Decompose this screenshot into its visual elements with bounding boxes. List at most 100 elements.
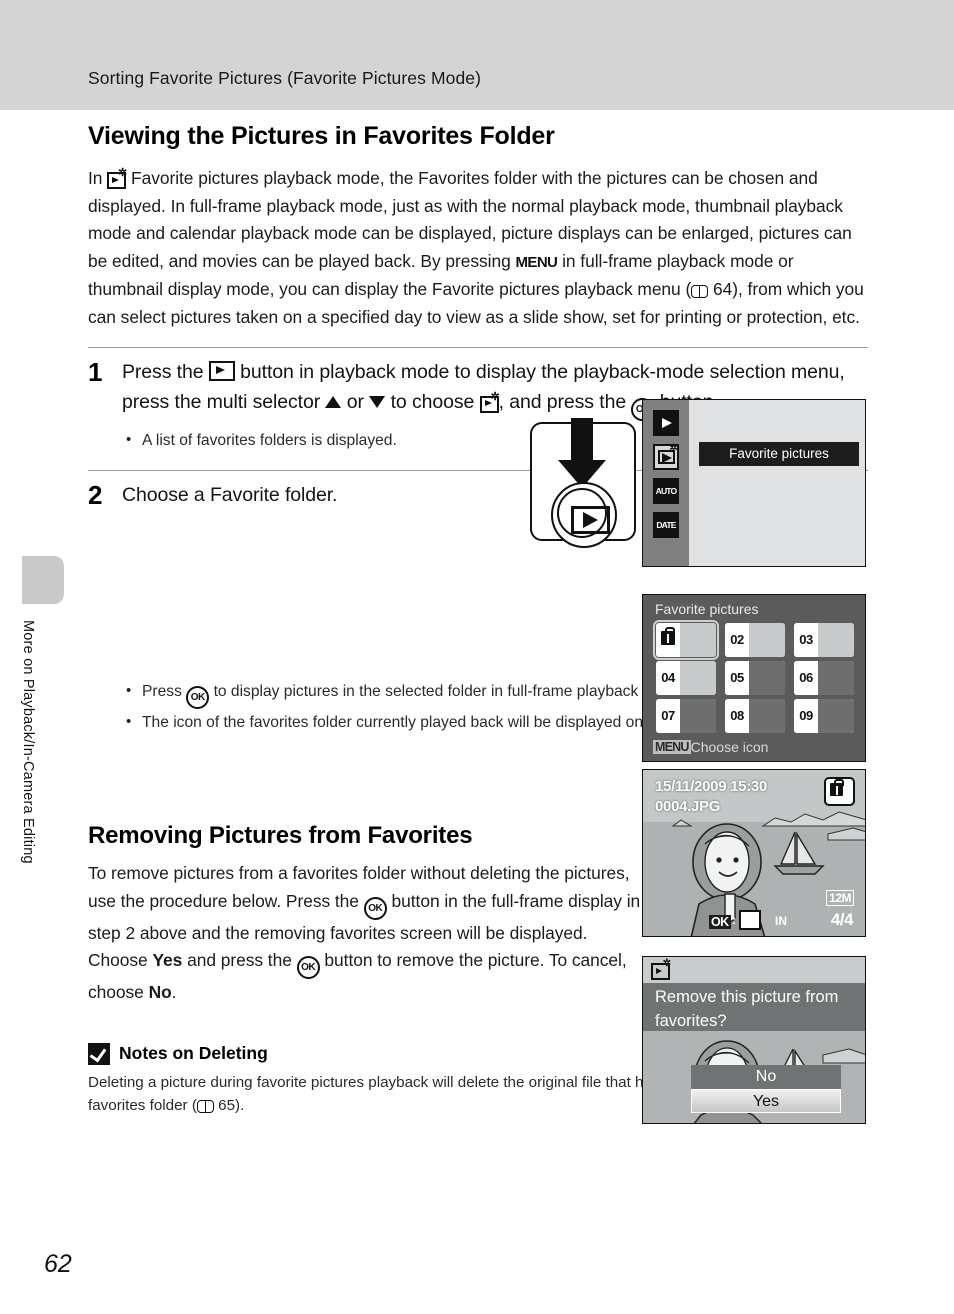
ok-hint-colon: : (732, 913, 736, 927)
folder-thumbnail-empty (818, 699, 854, 733)
removing-text-5: . (171, 982, 177, 1002)
favorite-pictures-icon: ✲ (651, 959, 671, 980)
lcd-remove-from-favorites-dialog: ✲ Remove this picture from favorites? No… (642, 956, 866, 1124)
folder-list-footer: MENU Choose icon (653, 739, 768, 755)
dialog-title-bar: ✲ (643, 957, 865, 983)
folder-icon-slot (656, 623, 680, 657)
auto-sort-mode-icon[interactable]: AUTO (653, 478, 679, 504)
removing-text-3: and press the (187, 950, 292, 970)
intro-page-reference: 64 (713, 279, 733, 299)
folder-thumbnail (680, 661, 716, 695)
favorite-pictures-icon: ✲ (479, 391, 500, 413)
step-1-text-c: or (346, 390, 364, 413)
folder-cell-07[interactable]: 07 (656, 699, 716, 733)
folder-cell-01[interactable] (653, 620, 719, 660)
internal-memory-label: IN (775, 914, 787, 928)
step-2-bullet-1a: Press (142, 683, 182, 700)
folder-cell-08[interactable]: 08 (725, 699, 785, 733)
caution-icon (88, 1042, 110, 1065)
step-1-text-d: to choose (390, 390, 475, 413)
image-size-label: 12M (826, 890, 854, 906)
list-by-date-label: DATE (656, 520, 676, 530)
playback-button-inner-ring (557, 488, 610, 538)
book-reference-icon (691, 284, 709, 298)
dialog-option-yes[interactable]: Yes (691, 1089, 841, 1113)
book-reference-icon (196, 1099, 214, 1113)
divider-above-step1 (88, 347, 868, 348)
photo-filename: 0004.JPG (655, 798, 721, 815)
folder-thumbnail-empty (749, 699, 785, 733)
lcd-favorite-folder-list: Favorite pictures 02 03 04 05 06 07 08 0… (642, 594, 866, 762)
photo-datetime: 15/11/2009 15:30 (655, 778, 767, 795)
dialog-question: Remove this picture from favorites? (643, 983, 865, 1031)
frame-total: 4 (844, 910, 853, 929)
folder-thumbnail (680, 623, 716, 657)
removing-bold-yes: Yes (152, 950, 183, 970)
intro-paragraph: In ✲ Favorite pictures playback mode, th… (88, 165, 868, 331)
folder-number: 04 (656, 661, 680, 695)
ok-button-icon: OK (186, 686, 210, 709)
lcd-full-frame-playback: 15/11/2009 15:30 0004.JPG OK : IN 12M 4/… (642, 769, 866, 937)
folder-thumbnail (818, 623, 854, 657)
mode-icon-rail: ✲ AUTO DATE (643, 400, 689, 566)
selected-mode-label: Favorite pictures (699, 442, 859, 466)
lcd-playback-mode-menu: ✲ AUTO DATE Favorite pictures (642, 399, 866, 567)
step-1-text-e: , and press the (498, 390, 627, 413)
favorite-pictures-mode-icon[interactable]: ✲ (653, 444, 679, 470)
folder-number: 02 (725, 623, 749, 657)
page-header-band (0, 0, 954, 110)
multi-selector-down-icon (369, 395, 386, 408)
folder-cell-03[interactable]: 03 (794, 623, 854, 657)
section-heading-viewing: Viewing the Pictures in Favorites Folder (88, 122, 555, 150)
step-2-number: 2 (88, 479, 103, 510)
favorite-pictures-icon (739, 910, 761, 930)
favorites-folder-badge-icon (824, 777, 855, 806)
folder-number: 03 (794, 623, 818, 657)
folder-number: 09 (794, 699, 818, 733)
ok-button-icon: OK (296, 956, 320, 979)
folder-thumbnail-empty (749, 661, 785, 695)
intro-text-part1: In (88, 168, 103, 188)
playback-button-illustration (530, 418, 636, 548)
playback-button-icon (208, 361, 235, 381)
multi-selector-up-icon (325, 395, 342, 408)
folder-thumbnail-empty (680, 699, 716, 733)
favorite-pictures-icon: ✲ (107, 168, 127, 189)
note-page-reference: 65 (218, 1096, 236, 1114)
folder-cell-05[interactable]: 05 (725, 661, 785, 695)
dialog-option-no[interactable]: No (691, 1065, 841, 1089)
shopping-bag-icon (830, 779, 844, 796)
press-arrow-icon (571, 418, 593, 462)
note-text-b: ). (235, 1096, 245, 1114)
removing-paragraph: To remove pictures from a favorites fold… (88, 860, 643, 1007)
step-2-bullet-1b: to display pictures in the selected fold… (213, 683, 686, 700)
playback-glyph-icon (571, 506, 610, 534)
folder-cell-06[interactable]: 06 (794, 661, 854, 695)
shopping-bag-icon (661, 627, 675, 645)
chapter-tab-marker (22, 556, 64, 604)
folder-list-title: Favorite pictures (655, 601, 759, 617)
playback-button-circle (551, 482, 617, 548)
removing-bold-no: No (148, 982, 172, 1002)
list-by-date-mode-icon[interactable]: DATE (653, 512, 679, 538)
menu-button-icon: MENU (515, 253, 558, 271)
choose-icon-label: Choose icon (690, 739, 769, 755)
playback-mode-icon[interactable] (653, 410, 679, 436)
chapter-label: More on Playback/In-Camera Editing (20, 620, 36, 864)
running-header-title: Sorting Favorite Pictures (Favorite Pict… (88, 68, 482, 88)
folder-cell-02[interactable]: 02 (725, 623, 785, 657)
folder-number: 07 (656, 699, 680, 733)
step-1-text-a: Press the (122, 361, 204, 383)
frame-current: 4/ (830, 910, 845, 929)
note-title: Notes on Deleting (119, 1043, 268, 1063)
ok-hint-chip: OK (709, 915, 731, 929)
menu-chip-icon[interactable]: MENU (653, 740, 691, 754)
page-number: 62 (44, 1250, 72, 1278)
folder-cell-04[interactable]: 04 (656, 661, 716, 695)
folder-number: 06 (794, 661, 818, 695)
folder-number: 05 (725, 661, 749, 695)
folder-cell-09[interactable]: 09 (794, 699, 854, 733)
ok-button-icon: OK (363, 896, 387, 920)
folder-thumbnail-empty (818, 661, 854, 695)
folder-number: 08 (725, 699, 749, 733)
